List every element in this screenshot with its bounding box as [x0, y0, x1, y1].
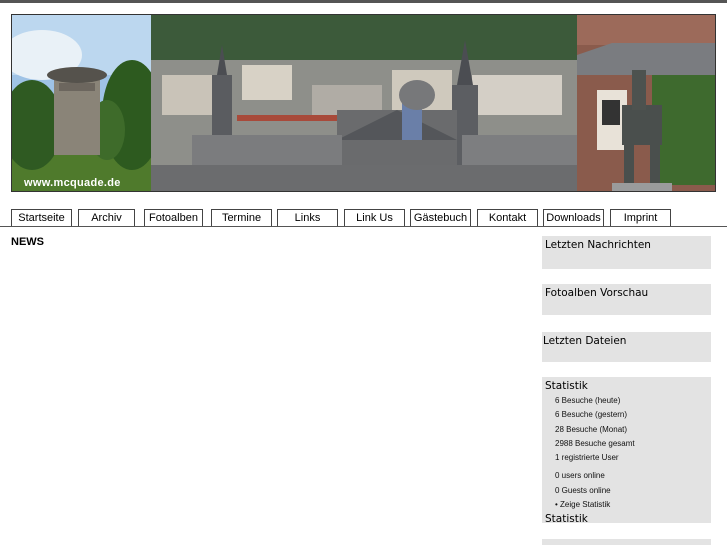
- site-banner: www.mcquade.de: [11, 14, 716, 192]
- news-heading: NEWS: [11, 236, 44, 248]
- latest-news-box: Letzten Nachrichten: [542, 236, 711, 269]
- top-rule: [0, 0, 727, 3]
- stat-users-online[interactable]: 0 users online: [555, 471, 605, 480]
- nav-imprint[interactable]: Imprint: [610, 209, 671, 226]
- stat-visits-yesterday: 6 Besuche (gestern): [555, 410, 628, 419]
- nav-termine[interactable]: Termine: [211, 209, 272, 226]
- users-online-count: 0 users: [555, 471, 584, 480]
- next-box: [542, 539, 711, 545]
- statistics-title: Statistik: [545, 380, 588, 392]
- banner-url-text: www.mcquade.de: [24, 177, 121, 189]
- guests-online-label: online: [589, 486, 611, 495]
- nav-downloads[interactable]: Downloads: [543, 209, 604, 226]
- stat-visits-month: 28 Besuche (Monat): [555, 425, 628, 434]
- stat-guests-online[interactable]: 0 Guests online: [555, 486, 611, 495]
- nav-startseite[interactable]: Startseite: [11, 209, 72, 226]
- banner-image: [12, 15, 715, 191]
- users-online-label: online: [583, 471, 605, 480]
- latest-files-box: Letzten Dateien: [542, 332, 711, 362]
- nav-links[interactable]: Links: [277, 209, 338, 226]
- nav-gaestebuch[interactable]: Gästebuch: [410, 209, 471, 226]
- photo-preview-box: Fotoalben Vorschau: [542, 284, 711, 315]
- main-nav: Startseite Archiv Fotoalben Termine Link…: [0, 209, 727, 227]
- latest-news-title: Letzten Nachrichten: [545, 239, 651, 251]
- stat-visits-total: 2988 Besuche gesamt: [555, 439, 635, 448]
- guests-online-count: 0 Guests: [555, 486, 590, 495]
- show-statistics-link[interactable]: • Zeige Statistik: [555, 500, 610, 509]
- stat-visits-today: 6 Besuche (heute): [555, 396, 621, 405]
- statistics-box: Statistik 6 Besuche (heute) 6 Besuche (g…: [542, 377, 711, 525]
- nav-fotoalben[interactable]: Fotoalben: [144, 209, 203, 226]
- photo-preview-title: Fotoalben Vorschau: [545, 287, 649, 299]
- latest-files-title: Letzten Dateien: [543, 335, 627, 347]
- stat-registered-users: 1 registrierte User: [555, 453, 619, 462]
- nav-kontakt[interactable]: Kontakt: [477, 209, 538, 226]
- nav-archiv[interactable]: Archiv: [78, 209, 135, 226]
- nav-link-us[interactable]: Link Us: [344, 209, 405, 226]
- statistics-footer-title: Statistik: [545, 513, 588, 525]
